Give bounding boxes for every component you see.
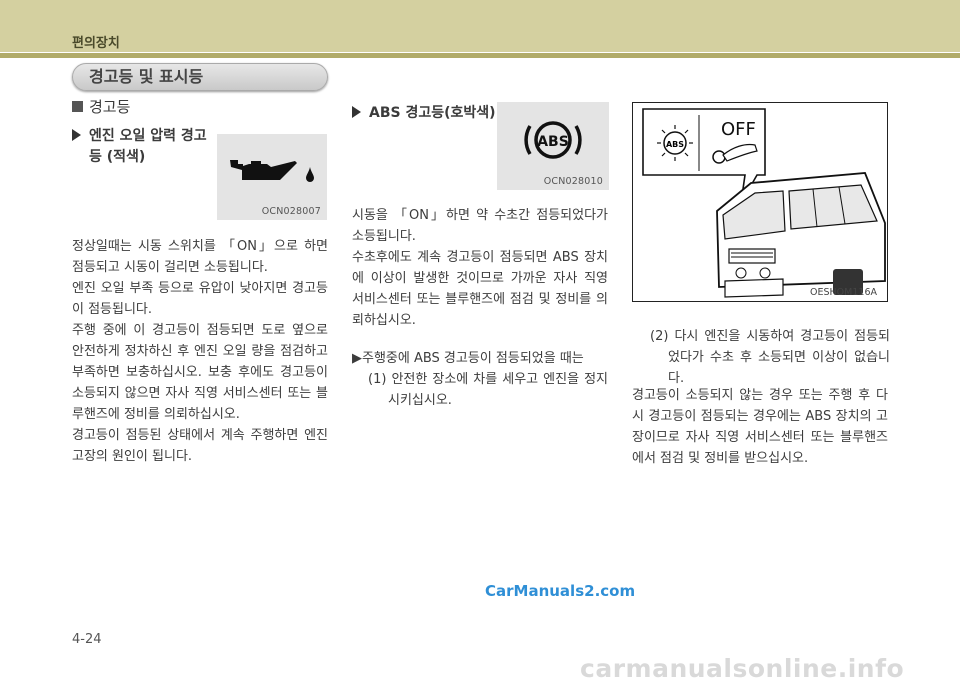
abs-bus-illustration: ABS OFF OESHOM116A [632, 102, 888, 302]
right-paragraph: 경고등이 소등되지 않는 경우 또는 주행 후 다시 경고등이 점등되는 경우에… [632, 388, 888, 466]
middle-step-1: (1) 안전한 장소에 차를 세우고 엔진을 정지시키십시오. [368, 372, 608, 408]
oil-warning-title-line1: 엔진 오일 압력 경고 [89, 128, 207, 144]
page-number: 4-24 [72, 632, 102, 647]
photo-code: OESHOM116A [810, 287, 877, 298]
watermark-bottom: carmanualsonline.info [580, 654, 905, 683]
abs-icon-code: OCN028010 [543, 176, 603, 187]
left-heading-text: 경고등 [89, 98, 131, 116]
oil-warning-title: 엔진 오일 압력 경고 등 (적색) [72, 126, 207, 168]
left-paragraph-4: 경고등이 점등된 상태에서 계속 주행하면 엔진 고장의 원인이 됩니다. [72, 428, 328, 464]
bubble-abs-label: ABS [666, 140, 684, 149]
abs-warning-title-text: ABS 경고등(호박색) [369, 105, 496, 121]
oil-icon-code: OCN028007 [261, 206, 321, 217]
header-title: 편의장치 [72, 36, 120, 51]
square-bullet-icon [72, 101, 83, 112]
header-rule [0, 53, 960, 58]
triangle-bullet-icon [72, 129, 81, 141]
abs-icon-box: ABS OCN028010 [497, 102, 609, 190]
left-paragraph-3: 주행 중에 이 경고등이 점등되면 도로 옆으로 안전하게 정차하신 후 엔진 … [72, 323, 328, 422]
abs-icon-label: ABS [537, 134, 569, 150]
header-bar [0, 0, 960, 52]
middle-paragraph-1: 시동을 「ON」하면 약 수초간 점등되었다가 소등됩니다. [352, 208, 608, 244]
left-heading: 경고등 [72, 96, 130, 117]
oil-icon-box: OCN028007 [217, 134, 327, 220]
triangle-bullet-icon [352, 106, 361, 118]
left-paragraph-2: 엔진 오일 부족 등으로 유압이 낮아지면 경고등이 점등됩니다. [72, 281, 328, 317]
abs-warning-title: ABS 경고등(호박색) [352, 103, 496, 124]
watermark-link-top[interactable]: CarManuals2.com [485, 582, 635, 600]
middle-subheading: ▶주행중에 ABS 경고등이 점등되었을 때는 [352, 351, 584, 366]
bubble-off-label: OFF [721, 119, 756, 140]
middle-body: 시동을 「ON」하면 약 수초간 점등되었다가 소등됩니다. 수초후에도 계속 … [352, 205, 608, 331]
abs-warning-icon: ABS [524, 121, 582, 159]
right-step-2: (2) 다시 엔진을 시동하여 경고등이 점등되었다가 수초 후 소등되면 이상… [650, 329, 890, 386]
middle-paragraph-2: 수초후에도 계속 경고등이 점등되면 ABS 장치에 이상이 발생한 것이므로 … [352, 250, 608, 328]
left-body: 정상일때는 시동 스위치를 「ON」으로 하면 점등되고 시동이 걸리면 소등됩… [72, 236, 328, 467]
section-title: 경고등 및 표시등 [72, 63, 328, 91]
oil-warning-title-line2: 등 (적색) [89, 149, 146, 165]
oil-can-icon [230, 160, 314, 182]
left-paragraph-1: 정상일때는 시동 스위치를 「ON」으로 하면 점등되고 시동이 걸리면 소등됩… [72, 239, 328, 275]
